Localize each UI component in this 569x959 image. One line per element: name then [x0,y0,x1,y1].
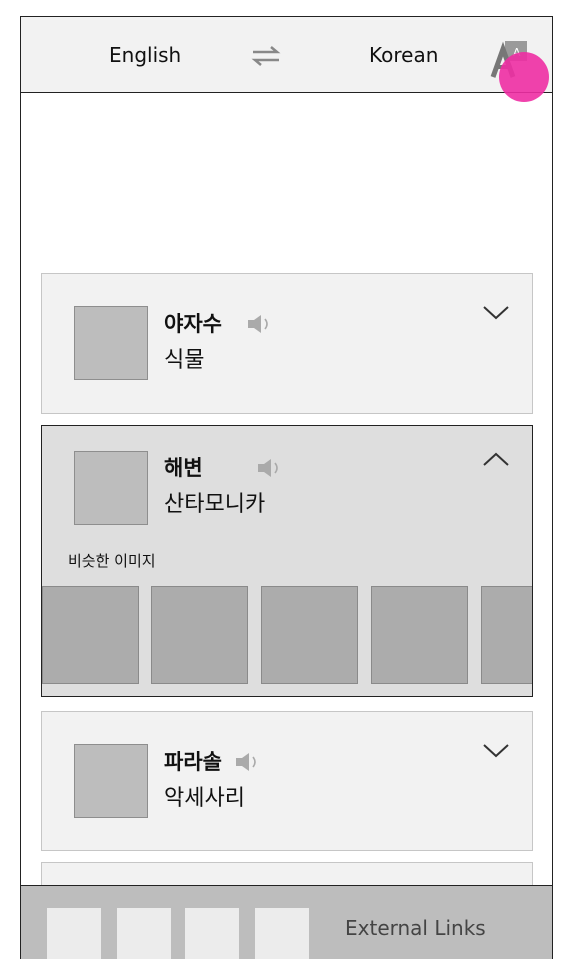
result-thumbnail[interactable] [74,744,148,818]
touch-indicator [499,52,549,102]
app-frame: English Korean A 야자수 식물 해변 [20,16,553,959]
external-link-tile[interactable] [185,908,239,959]
similar-images-strip[interactable] [42,586,532,684]
external-links-label[interactable]: External Links [345,916,486,940]
language-bar: English Korean A [21,17,552,102]
bottom-bar: External Links [21,885,552,959]
speaker-icon[interactable] [236,752,262,772]
similar-image[interactable] [371,586,468,684]
result-category: 식물 [164,348,205,373]
external-link-tile[interactable] [255,908,309,959]
result-word: 해변 [164,456,203,480]
target-language-button[interactable]: Korean [369,43,438,67]
swap-arrows-icon[interactable] [249,44,283,68]
external-link-tile[interactable] [117,908,171,959]
result-word: 파라솔 [164,750,222,774]
similar-image[interactable] [42,586,139,684]
external-link-tile[interactable] [47,908,101,959]
result-card[interactable]: 파라솔 악세사리 [41,711,533,851]
speaker-icon[interactable] [248,314,274,334]
result-word: 야자수 [164,312,222,336]
similar-image[interactable] [481,586,532,684]
speaker-icon[interactable] [258,458,284,478]
result-thumbnail[interactable] [74,451,148,525]
result-category: 산타모니카 [164,492,266,517]
result-thumbnail[interactable] [74,306,148,380]
similar-image[interactable] [261,586,358,684]
similar-image[interactable] [151,586,248,684]
result-category: 악세사리 [164,786,245,811]
chevron-up-icon[interactable] [482,450,510,468]
chevron-down-icon[interactable] [482,742,510,760]
similar-images-label: 비슷한 이미지 [68,552,156,570]
chevron-down-icon[interactable] [482,304,510,322]
result-card[interactable]: 야자수 식물 [41,273,533,414]
source-language-button[interactable]: English [109,43,181,67]
result-card-expanded[interactable]: 해변 산타모니카 비슷한 이미지 [41,425,533,697]
